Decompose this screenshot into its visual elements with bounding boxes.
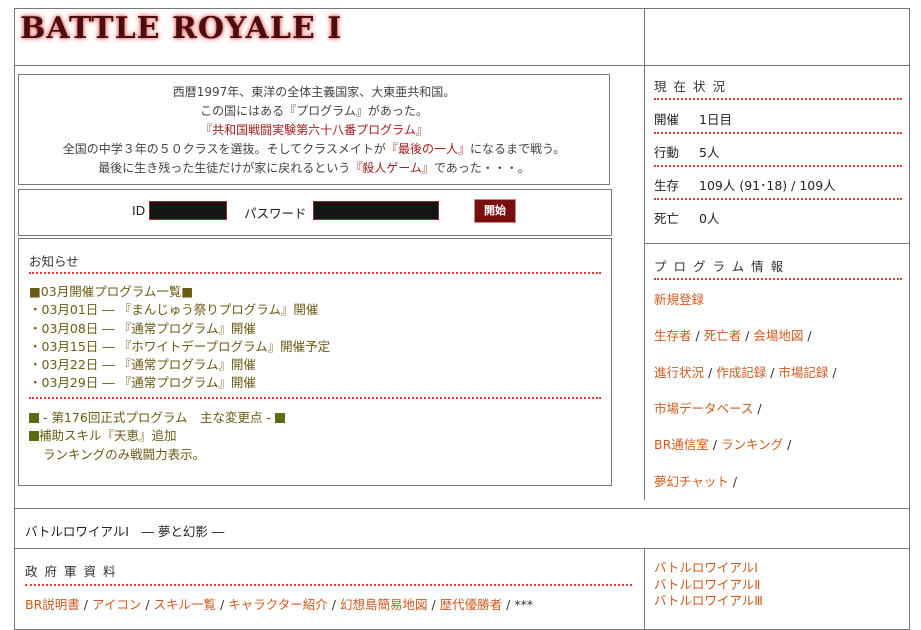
news-heading: お知らせ (29, 254, 79, 269)
program-info-heading: プログラム情報 (654, 259, 791, 274)
divider (15, 548, 909, 549)
gov-links: BR説明書 / アイコン / スキル一覧 / キャラクター紹介 / 幻想島簡易地… (25, 597, 534, 612)
list-item: ・03月08日 ― 『通常プログラム』開催 (29, 320, 256, 336)
link-br3[interactable]: バトルロワイアルⅢ (654, 593, 763, 610)
dotted-divider (654, 165, 902, 167)
list-item: ・03月29日 ― 『通常プログラム』開催 (29, 375, 256, 391)
schedule-list: ■03月開催プログラム一覧■ ・03月01日 ― 『まんじゅう祭りプログラム』開… (29, 283, 330, 393)
link-island-map[interactable]: 幻想島簡易地図 (340, 597, 428, 612)
links-row: 夢幻チャット / (654, 474, 738, 489)
gov-heading: 政府軍資料 (25, 564, 123, 579)
link-skills[interactable]: スキル一覧 (154, 597, 217, 612)
divider (15, 65, 909, 66)
link-br-manual[interactable]: BR説明書 (25, 597, 80, 612)
link-br2[interactable]: バトルロワイアルⅡ (654, 577, 763, 594)
list-item: ・03月22日 ― 『通常プログラム』開催 (29, 357, 256, 373)
dotted-divider (654, 98, 902, 100)
dotted-divider (654, 198, 902, 200)
list-item: ランキングのみ戦闘力表示。 (43, 446, 206, 462)
intro-line: 西暦1997年、東洋の全体主義国家、大東亜共和国。 (172, 85, 456, 99)
status-row: 行動 5人 (654, 145, 720, 160)
link-icons[interactable]: アイコン (92, 597, 141, 612)
links-row: 市場データベース / (654, 401, 762, 416)
dotted-divider (654, 278, 902, 280)
column-divider (644, 9, 645, 500)
column-divider (644, 549, 645, 629)
link-br1[interactable]: バトルロワイアルⅠ (654, 560, 763, 577)
status-row: 生存 109人 (91･18) / 109人 (654, 178, 836, 193)
link-new-registration[interactable]: 新規登録 (654, 292, 704, 307)
links-row: 新規登録 (654, 289, 704, 308)
links-row: BR通信室 / ランキング / (654, 437, 792, 452)
link-map[interactable]: 会場地図 (753, 328, 803, 343)
links-row: 進行状況 / 作成記録 / 市場記録 / (654, 365, 837, 380)
link-creation-log[interactable]: 作成記録 (716, 365, 766, 380)
square-bullet-icon (29, 413, 39, 423)
password-input[interactable] (313, 201, 439, 220)
list-item: ・03月01日 ― 『まんじゅう祭りプログラム』開催 (29, 302, 319, 318)
link-past-winners[interactable]: 歴代優勝者 (440, 597, 503, 612)
login-form: ID パスワード 開始 (18, 189, 612, 236)
changes-title: - 第176回正式プログラム 主な変更点 - (29, 409, 285, 427)
schedule-title: ■03月開催プログラム一覧■ (29, 284, 194, 299)
id-input[interactable] (149, 201, 227, 220)
link-market-log[interactable]: 市場記録 (778, 365, 828, 380)
list-item: 補助スキル『天恵』追加 (29, 427, 285, 445)
intro-line: 全国の中学３年の５０クラスを選抜。そしてクラスメイトが『最後の一人』になるまで戦… (62, 142, 566, 156)
link-dream-chat[interactable]: 夢幻チャット (654, 474, 729, 489)
square-bullet-icon (29, 431, 39, 442)
list-item: ・03月15日 ― 『ホワイトデープログラム』開催予定 (29, 338, 331, 354)
intro-line: この国にはある『プログラム』があった。 (200, 104, 428, 118)
start-button[interactable]: 開始 (474, 199, 516, 223)
link-dead[interactable]: 死亡者 (704, 328, 742, 343)
link-ranking[interactable]: ランキング (721, 437, 783, 452)
program-name: 『共和国戦闘実験第六十八番プログラム』 (200, 123, 428, 137)
dotted-divider (29, 272, 601, 274)
square-bullet-icon (274, 413, 285, 423)
link-market-db[interactable]: 市場データベース (654, 401, 753, 416)
divider (645, 243, 909, 244)
link-characters[interactable]: キャラクター紹介 (228, 597, 328, 612)
more-marker: *** (514, 597, 534, 612)
page-title: BATTLE ROYALE Ⅰ (20, 11, 343, 46)
dotted-divider (29, 397, 601, 399)
intro-line: 最後に生き残った生徒だけが家に戻れるという『殺人ゲーム』であった・・・。 (98, 161, 530, 175)
dotted-divider (25, 584, 632, 586)
status-heading: 現在状況 (654, 79, 733, 94)
link-progress[interactable]: 進行状況 (654, 365, 704, 380)
intro-box: 西暦1997年、東洋の全体主義国家、大東亜共和国。 この国にはある『プログラム』… (18, 74, 610, 185)
changes-list: - 第176回正式プログラム 主な変更点 - 補助スキル『天恵』追加 ランキング… (29, 409, 285, 464)
link-br-comm[interactable]: BR通信室 (654, 437, 709, 452)
news-box: お知らせ ■03月開催プログラム一覧■ ・03月01日 ― 『まんじゅう祭りプロ… (18, 238, 612, 486)
status-row: 死亡 0人 (654, 211, 720, 226)
status-row: 開催 1日目 (654, 112, 732, 127)
links-row: 生存者 / 死亡者 / 会場地図 / (654, 328, 812, 343)
link-survivors[interactable]: 生存者 (654, 328, 692, 343)
password-label: パスワード (244, 206, 307, 221)
divider (15, 508, 909, 509)
site-subtitle: バトルロワイアルⅠ ― 夢と幻影 ― (25, 524, 225, 539)
series-links: バトルロワイアルⅠ バトルロワイアルⅡ バトルロワイアルⅢ (654, 560, 763, 610)
id-label: ID (132, 203, 146, 218)
dotted-divider (654, 132, 902, 134)
